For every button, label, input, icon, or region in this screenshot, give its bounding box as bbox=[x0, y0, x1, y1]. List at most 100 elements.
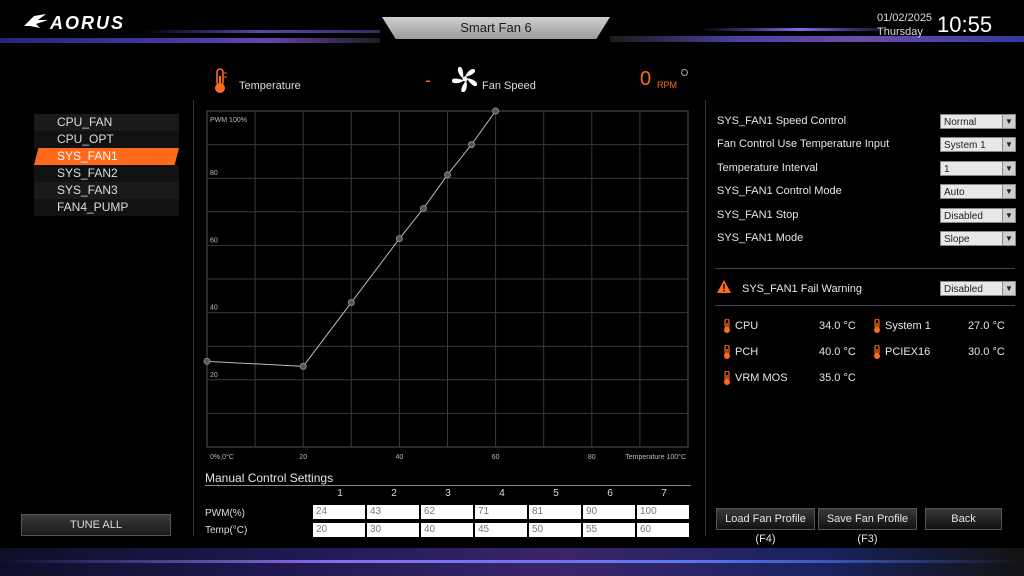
pwm-row-label: PWM(%) bbox=[205, 508, 245, 519]
monitor-value: 27.0 °C bbox=[968, 320, 1005, 332]
thermometer-icon bbox=[724, 345, 730, 359]
setting-dropdown[interactable]: System 1 ▼ bbox=[940, 137, 1016, 152]
setting-label: SYS_FAN1 Stop bbox=[717, 209, 799, 221]
monitor-label: System 1 bbox=[885, 320, 931, 332]
fan-item-sys-fan3[interactable]: SYS_FAN3 bbox=[34, 182, 179, 199]
manual-control-title: Manual Control Settings bbox=[205, 471, 334, 485]
fan-item-cpu-fan[interactable]: CPU_FAN bbox=[34, 114, 179, 131]
temp-input-3[interactable]: 40 bbox=[421, 523, 473, 537]
back-button[interactable]: Back bbox=[925, 508, 1002, 530]
divider bbox=[205, 485, 691, 486]
day-text: Thursday bbox=[877, 26, 923, 38]
fail-warning-dropdown[interactable]: Disabled ▼ bbox=[940, 281, 1016, 296]
divider bbox=[715, 268, 1015, 269]
load-fan-profile-button[interactable]: Load Fan Profile (F4) bbox=[716, 508, 815, 545]
fan-item-fan4-pump[interactable]: FAN4_PUMP bbox=[34, 199, 179, 216]
manual-column-header: 6 bbox=[607, 488, 613, 499]
setting-dropdown[interactable]: Auto ▼ bbox=[940, 184, 1016, 199]
fail-warning-label: SYS_FAN1 Fail Warning bbox=[742, 283, 863, 295]
temp-input-7[interactable]: 60 bbox=[637, 523, 689, 537]
monitor-label: PCH bbox=[735, 346, 759, 358]
fan-item-sys-fan2[interactable]: SYS_FAN2 bbox=[34, 165, 179, 182]
curve-point[interactable] bbox=[203, 357, 211, 365]
setting-value: Slope bbox=[944, 234, 970, 245]
curve-point[interactable] bbox=[468, 141, 476, 149]
divider bbox=[193, 100, 194, 536]
dropdown-arrow-icon: ▼ bbox=[1002, 185, 1015, 198]
temp-input-4[interactable]: 45 bbox=[475, 523, 527, 537]
x-tick-label: 20 bbox=[299, 454, 307, 461]
date-text: 01/02/2025 bbox=[877, 12, 933, 24]
manual-column-header: 3 bbox=[445, 488, 451, 499]
clock: 10:55 bbox=[937, 12, 993, 37]
y-tick-label: 20 bbox=[210, 372, 218, 379]
dropdown-arrow-icon: ▼ bbox=[1002, 138, 1015, 151]
rpm-value: 0 bbox=[640, 68, 652, 90]
dropdown-arrow-icon: ▼ bbox=[1002, 162, 1015, 175]
pwm-input-5[interactable]: 81 bbox=[529, 505, 581, 519]
fan-speed-label: Fan Speed bbox=[482, 80, 536, 92]
pwm-input-7[interactable]: 100 bbox=[637, 505, 689, 519]
eagle-icon bbox=[24, 14, 48, 28]
fan-item-sys-fan1[interactable]: SYS_FAN1 bbox=[34, 148, 179, 165]
rpm-unit: RPM bbox=[657, 80, 677, 90]
temp-input-2[interactable]: 30 bbox=[367, 523, 419, 537]
curve-point[interactable] bbox=[347, 299, 355, 307]
dropdown-arrow-icon: ▼ bbox=[1002, 232, 1015, 245]
thermometer-icon bbox=[215, 68, 227, 93]
fan-item-cpu-opt[interactable]: CPU_OPT bbox=[34, 131, 179, 148]
dropdown-arrow-icon: ▼ bbox=[1002, 282, 1015, 295]
page-title: Smart Fan 6 bbox=[460, 20, 532, 35]
setting-label: SYS_FAN1 Speed Control bbox=[717, 115, 847, 127]
temp-input-5[interactable]: 50 bbox=[529, 523, 581, 537]
chart-y-label: PWM 100% bbox=[210, 117, 247, 124]
temp-input-1[interactable]: 20 bbox=[313, 523, 365, 537]
manual-column-header: 5 bbox=[553, 488, 559, 499]
monitor-label: CPU bbox=[735, 320, 759, 332]
y-tick-label: 80 bbox=[210, 170, 218, 177]
pwm-input-3[interactable]: 62 bbox=[421, 505, 473, 519]
aorus-logo: AORUS bbox=[24, 13, 126, 34]
curve-point[interactable] bbox=[492, 107, 500, 115]
curve-point[interactable] bbox=[419, 204, 427, 212]
monitor-value: 35.0 °C bbox=[819, 372, 856, 384]
manual-column-header: 7 bbox=[661, 488, 667, 499]
manual-column-header: 2 bbox=[391, 488, 397, 499]
curve-point[interactable] bbox=[299, 362, 307, 370]
fan-curve-chart[interactable]: PWM 100% Temperature 100°C 0%,0°C 20 40 60… bbox=[200, 104, 694, 466]
dropdown-arrow-icon: ▼ bbox=[1002, 209, 1015, 222]
tune-all-button[interactable]: TUNE ALL bbox=[21, 514, 171, 536]
fan-icon bbox=[452, 66, 478, 92]
setting-value: Normal bbox=[944, 117, 977, 128]
x-tick-label: 40 bbox=[396, 454, 404, 461]
thermometer-icon bbox=[874, 319, 880, 333]
monitor-value: 40.0 °C bbox=[819, 346, 856, 358]
temp-input-6[interactable]: 55 bbox=[583, 523, 635, 537]
setting-label: Fan Control Use Temperature Input bbox=[717, 138, 890, 150]
setting-label: Temperature Interval bbox=[717, 162, 818, 174]
temperature-label: Temperature bbox=[239, 80, 301, 92]
thermometer-icon bbox=[724, 319, 730, 333]
setting-dropdown[interactable]: 1 ▼ bbox=[940, 161, 1016, 176]
setting-value: Disabled bbox=[944, 211, 983, 222]
monitor-label: VRM MOS bbox=[735, 372, 788, 384]
x-tick-label: 80 bbox=[588, 454, 596, 461]
curve-point[interactable] bbox=[395, 235, 403, 243]
setting-value: 1 bbox=[944, 164, 950, 175]
temperature-value: - bbox=[425, 70, 431, 90]
divider bbox=[705, 100, 706, 536]
pwm-input-2[interactable]: 43 bbox=[367, 505, 419, 519]
setting-dropdown[interactable]: Slope ▼ bbox=[940, 231, 1016, 246]
curve-point[interactable] bbox=[444, 171, 451, 179]
setting-value: System 1 bbox=[944, 140, 986, 151]
setting-dropdown[interactable]: Disabled ▼ bbox=[940, 208, 1016, 223]
logo-text: AORUS bbox=[50, 13, 126, 33]
pwm-input-1[interactable]: 24 bbox=[313, 505, 365, 519]
bottom-decoration-line bbox=[0, 560, 1024, 563]
save-fan-profile-button[interactable]: Save Fan Profile (F3) bbox=[818, 508, 917, 545]
pwm-input-4[interactable]: 71 bbox=[475, 505, 527, 519]
dropdown-arrow-icon: ▼ bbox=[1002, 115, 1015, 128]
fail-warning-value: Disabled bbox=[944, 284, 983, 295]
setting-dropdown[interactable]: Normal ▼ bbox=[940, 114, 1016, 129]
pwm-input-6[interactable]: 90 bbox=[583, 505, 635, 519]
